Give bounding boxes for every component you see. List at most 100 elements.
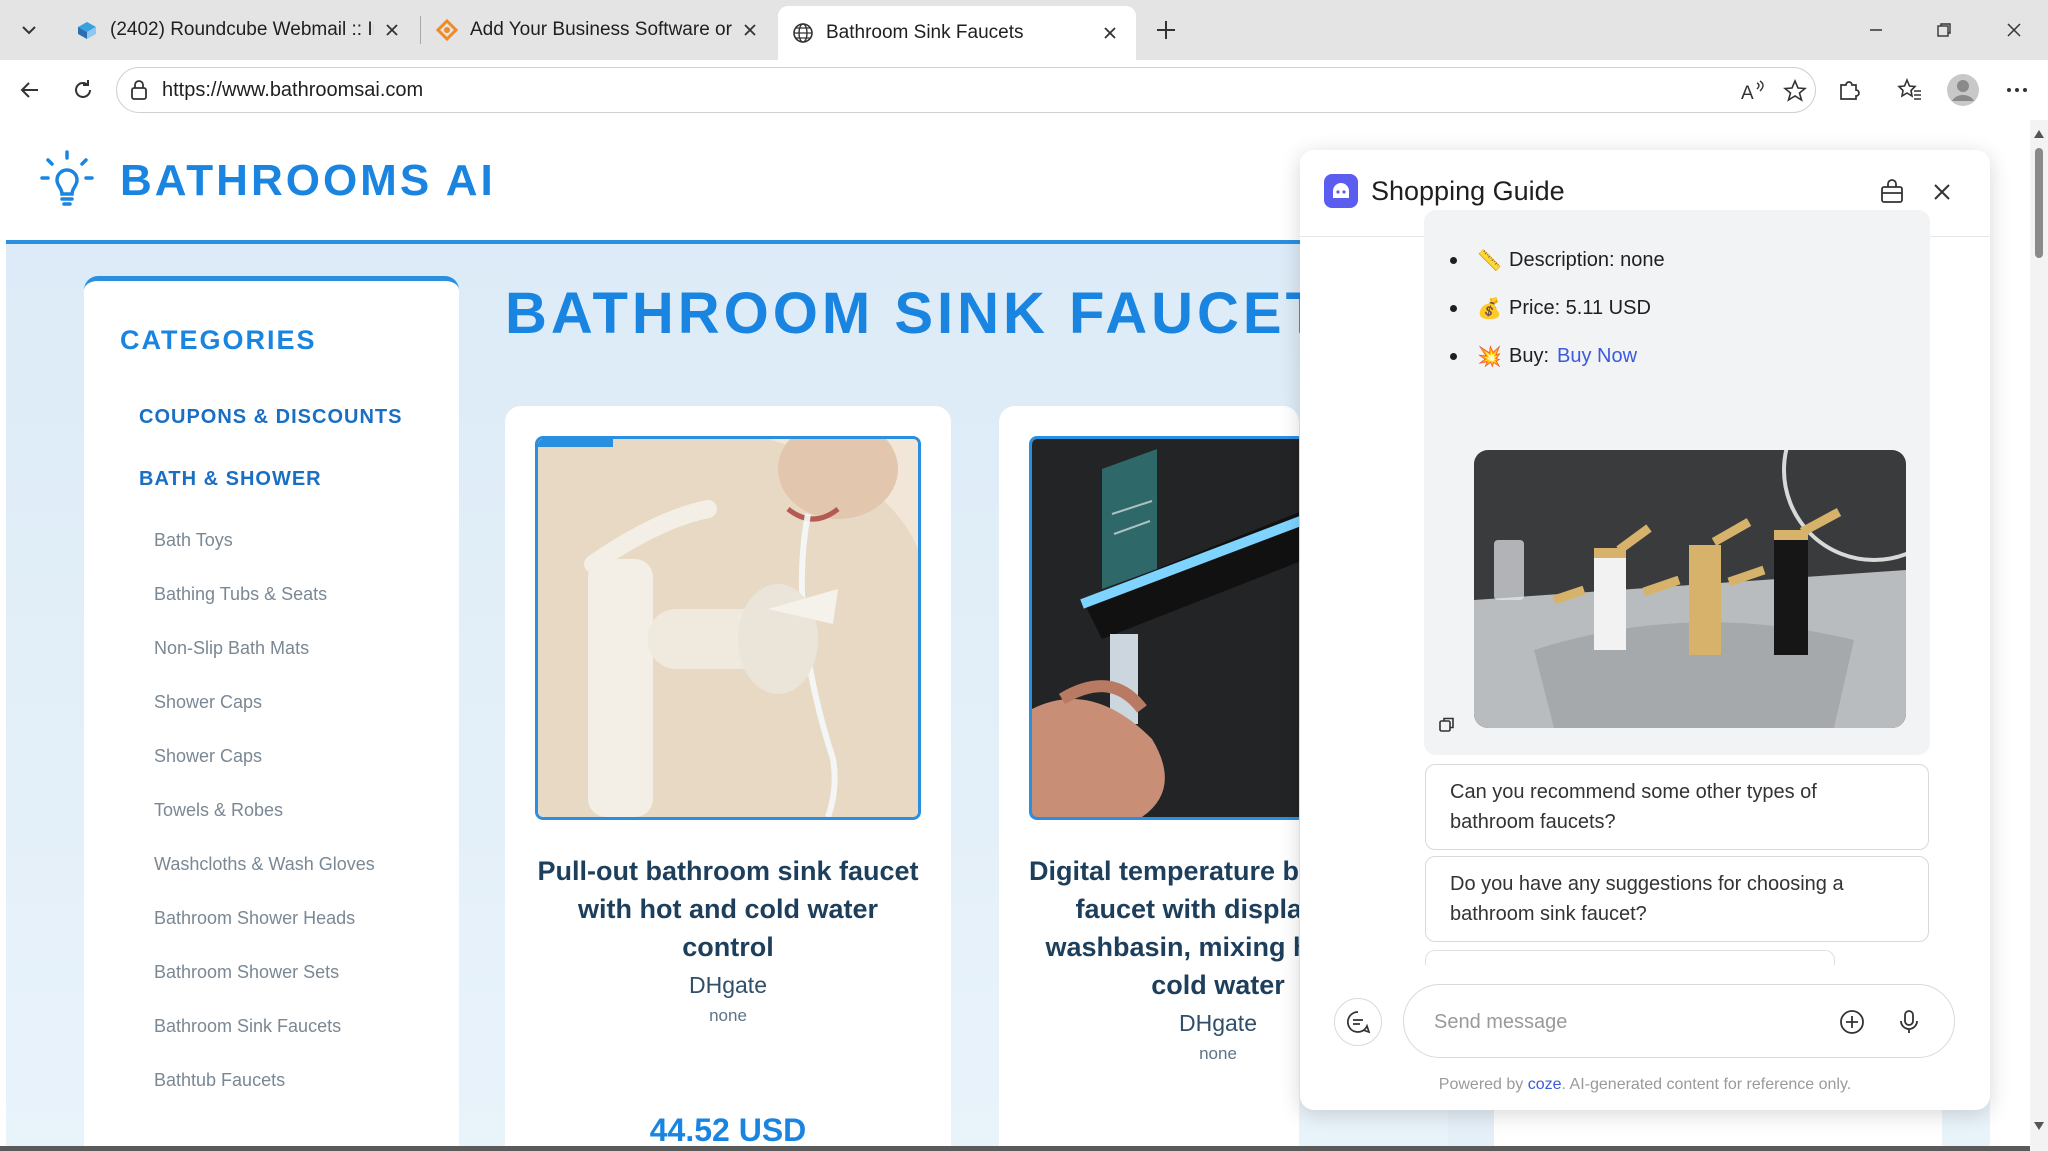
- favorite-button[interactable]: [1781, 77, 1809, 105]
- shopping-guide-panel: Shopping Guide 📏 Description: none 💰 Pri…: [1300, 150, 1990, 1110]
- digital-faucet-photo: [1032, 439, 1299, 817]
- guide-logo-icon: [1324, 174, 1358, 208]
- arrow-left-icon: [20, 82, 38, 98]
- puzzle-icon: [1840, 81, 1860, 100]
- product-image[interactable]: [535, 436, 921, 820]
- favorites-button[interactable]: [1892, 72, 1928, 108]
- lightbulb-icon: [40, 150, 94, 206]
- minimize-button[interactable]: [1851, 8, 1901, 52]
- settings-menu-button[interactable]: [1999, 72, 2035, 108]
- buy-now-link[interactable]: Buy Now: [1557, 345, 1637, 368]
- taskbar-edge: [0, 1146, 2030, 1151]
- back-button[interactable]: [10, 70, 50, 110]
- restore-button[interactable]: [1919, 8, 1969, 52]
- money-bag-icon: 💰: [1477, 298, 1502, 320]
- subcategory-bathroom-shower-heads[interactable]: Bathroom Shower Heads: [154, 908, 355, 929]
- diamond-logo-icon: [436, 19, 458, 41]
- guide-title: Shopping Guide: [1371, 176, 1565, 206]
- window-close-button[interactable]: [1989, 8, 2039, 52]
- scrollbar-thumb[interactable]: [2035, 148, 2043, 258]
- tab-close-button[interactable]: [738, 18, 762, 42]
- close-icon: [744, 24, 756, 36]
- new-tab-button[interactable]: [1148, 12, 1184, 48]
- plus-circle-icon: [1840, 1010, 1864, 1034]
- subcategory-bathroom-sink-faucets[interactable]: Bathroom Sink Faucets: [154, 1016, 341, 1037]
- scroll-down-button[interactable]: [2033, 1120, 2045, 1132]
- product-card[interactable]: Pull-out bathroom sink faucet with hot a…: [505, 406, 951, 1151]
- extensions-button[interactable]: [1831, 72, 1867, 108]
- categories-sidebar: CATEGORIES COUPONS & DISCOUNTS BATH & SH…: [84, 276, 459, 1151]
- lock-icon[interactable]: [129, 79, 149, 101]
- chat-clear-icon: [1347, 1011, 1371, 1034]
- refresh-button[interactable]: [63, 70, 103, 110]
- read-aloud-icon: A: [1741, 80, 1764, 103]
- favorites-icon: [1897, 77, 1921, 100]
- tab-close-button[interactable]: [380, 18, 404, 42]
- subcategory-non-slip-bath-mats[interactable]: Non-Slip Bath Mats: [154, 638, 309, 659]
- page-scrollbar[interactable]: [2030, 120, 2048, 1151]
- suggestion-other-faucet-types[interactable]: Can you recommend some other types of ba…: [1425, 764, 1929, 850]
- site-logo-text[interactable]: BATHROOMS AI: [120, 156, 496, 206]
- subcategory-bath-toys[interactable]: Bath Toys: [154, 530, 233, 551]
- store-icon: [1881, 179, 1903, 203]
- close-icon: [386, 24, 398, 36]
- category-bath-shower[interactable]: BATH & SHOWER: [139, 468, 322, 491]
- guide-store-button[interactable]: [1874, 174, 1910, 210]
- price-text: Price: 5.11 USD: [1509, 297, 1651, 319]
- description-text: Description: none: [1509, 249, 1665, 271]
- tab-roundcube[interactable]: (2402) Roundcube Webmail :: Inbox: [62, 6, 418, 54]
- bullet-dot: [1450, 305, 1457, 312]
- faucets-photo: [1474, 450, 1906, 728]
- recommended-product-image[interactable]: [1474, 450, 1906, 728]
- tab-title: Add Your Business Software or Service: [470, 19, 732, 40]
- bullet-dot: [1450, 353, 1457, 360]
- suggestion-choosing-faucet[interactable]: Do you have any suggestions for choosing…: [1425, 856, 1929, 942]
- read-aloud-button[interactable]: A: [1739, 77, 1767, 105]
- tab-list-button[interactable]: [9, 10, 49, 50]
- message-input-box[interactable]: [1403, 984, 1955, 1058]
- product-image[interactable]: [1029, 436, 1299, 820]
- category-coupons-discounts[interactable]: COUPONS & DISCOUNTS: [139, 406, 402, 429]
- profile-button[interactable]: [1945, 72, 1981, 108]
- bot-icon: [1333, 183, 1349, 198]
- copy-icon[interactable]: [1438, 716, 1456, 734]
- product-price: 44.52 USD: [649, 1112, 807, 1148]
- bullet-dot: [1450, 257, 1457, 264]
- categories-heading: CATEGORIES: [120, 325, 317, 355]
- restore-icon: [1937, 23, 1951, 37]
- close-icon: [1934, 184, 1950, 200]
- product-card[interactable]: Digital temperature bathroom faucet with…: [999, 406, 1299, 1151]
- globe-icon: [793, 23, 813, 43]
- new-topic-button[interactable]: [1334, 998, 1382, 1046]
- avatar-icon: [1947, 74, 1979, 106]
- chevron-down-icon: [22, 26, 36, 35]
- url-field[interactable]: https://www.bathroomsai.com A: [116, 67, 1816, 113]
- product-name[interactable]: Pull-out bathroom sink faucet with hot a…: [535, 852, 921, 966]
- subcategory-shower-caps-2[interactable]: Shower Caps: [154, 746, 262, 767]
- product-brand: DHgate: [689, 972, 767, 998]
- subcategory-washcloths-wash-gloves[interactable]: Washcloths & Wash Gloves: [154, 854, 375, 875]
- voice-input-button[interactable]: [1891, 1004, 1927, 1040]
- tab-bathroom-sink-faucets[interactable]: Bathroom Sink Faucets: [778, 6, 1136, 60]
- tab-bar: (2402) Roundcube Webmail :: Inbox Add Yo…: [0, 0, 2048, 60]
- guide-close-button[interactable]: [1924, 174, 1960, 210]
- url-text: https://www.bathroomsai.com: [162, 79, 424, 101]
- product-description: none: [709, 1006, 747, 1025]
- tab-close-button[interactable]: [1098, 21, 1122, 45]
- subcategory-bathroom-shower-sets[interactable]: Bathroom Shower Sets: [154, 962, 339, 983]
- scroll-up-button[interactable]: [2033, 128, 2045, 140]
- product-name[interactable]: Digital temperature bathroom faucet with…: [1023, 852, 1299, 1004]
- sparkle-icon: 💥: [1477, 346, 1502, 368]
- tab-add-business[interactable]: Add Your Business Software or Service: [422, 6, 776, 54]
- message-input[interactable]: [1432, 1003, 1816, 1041]
- subcategory-bathtub-faucets[interactable]: Bathtub Faucets: [154, 1070, 285, 1091]
- suggestion-partial[interactable]: [1425, 950, 1835, 965]
- subcategory-shower-caps[interactable]: Shower Caps: [154, 692, 262, 713]
- subcategory-bathing-tubs-seats[interactable]: Bathing Tubs & Seats: [154, 584, 327, 605]
- add-attachment-button[interactable]: [1834, 1004, 1870, 1040]
- subcategory-towels-robes[interactable]: Towels & Robes: [154, 800, 283, 821]
- plus-icon: [1157, 21, 1175, 39]
- coze-link[interactable]: coze: [1528, 1076, 1562, 1093]
- roundcube-icon: [78, 22, 96, 39]
- triangle-down-icon: [2034, 1122, 2044, 1130]
